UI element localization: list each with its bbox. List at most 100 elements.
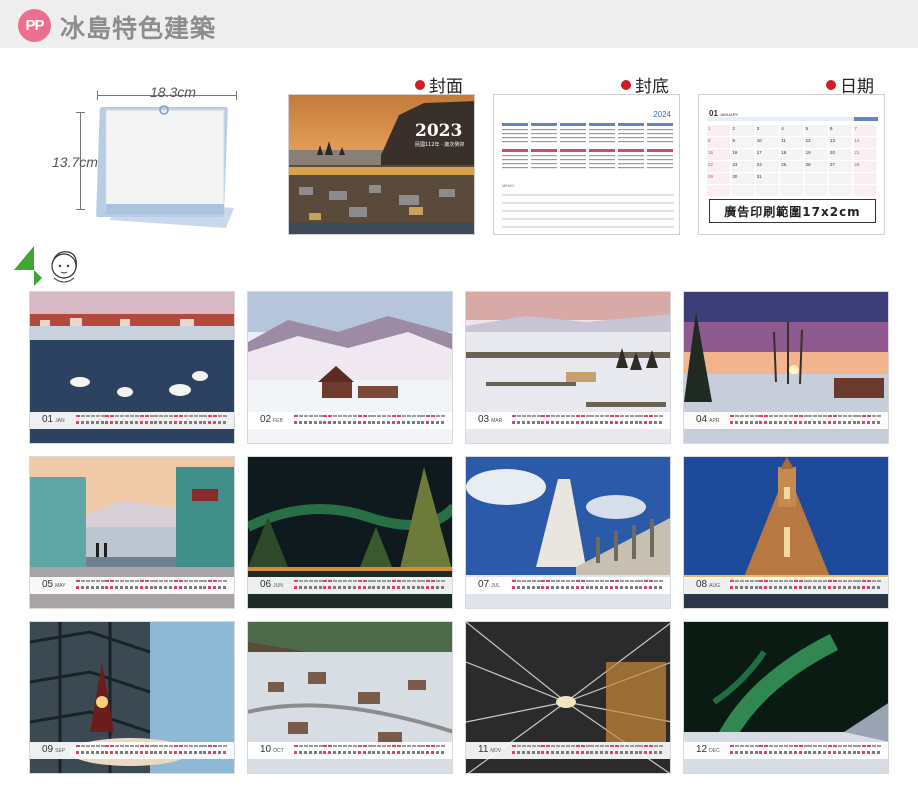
weekday-tick [343, 745, 347, 747]
day-tick [639, 586, 643, 589]
month-card-feb: 02 FEB [247, 291, 453, 444]
day-tick [159, 751, 163, 754]
day-tick [749, 751, 753, 754]
weekday-tick [803, 415, 808, 417]
day-tick [570, 586, 574, 589]
weekday-tick [639, 745, 644, 747]
month-days-row [730, 580, 882, 591]
weekday-tick [619, 415, 624, 417]
month-date-strip: 03 MAR [466, 412, 670, 429]
weekday-tick [857, 580, 862, 582]
day-tick [110, 751, 114, 754]
day-tick [387, 751, 391, 754]
day-tick [188, 421, 192, 424]
day-tick [323, 421, 327, 424]
weekday-tick [154, 745, 159, 747]
day-tick [580, 751, 584, 754]
weekday-tick [585, 415, 590, 417]
width-label: 18.3cm [150, 84, 196, 100]
svg-text:29: 29 [708, 174, 714, 179]
day-tick [837, 751, 841, 754]
month-card-dec: 12 DEC [683, 621, 889, 774]
weekday-tick [570, 580, 575, 582]
weekday-tick [570, 745, 575, 747]
weekday-tick [198, 745, 203, 747]
day-tick [120, 421, 124, 424]
day-tick [541, 751, 545, 754]
weekday-tick [382, 745, 387, 747]
day-tick [867, 751, 871, 754]
weekday-tick [754, 745, 759, 747]
weekday-tick [154, 415, 159, 417]
weekday-tick [298, 415, 303, 417]
day-tick [739, 586, 743, 589]
cover-photo [289, 95, 474, 234]
weekday-tick [546, 580, 551, 582]
weekday-tick [421, 415, 426, 417]
weekday-tick [629, 580, 634, 582]
day-tick [769, 586, 773, 589]
day-tick [526, 421, 530, 424]
weekday-tick [159, 580, 164, 582]
weekday-tick [516, 580, 521, 582]
weekday-tick [343, 415, 347, 417]
weekday-tick [526, 745, 531, 747]
day-tick [788, 751, 792, 754]
day-tick [570, 751, 574, 754]
day-tick [213, 421, 217, 424]
weekday-tick [590, 415, 595, 417]
weekday-tick [877, 745, 881, 747]
weekday-tick [744, 745, 749, 747]
weekday-tick [203, 745, 208, 747]
month-date-strip: 04 APR [684, 412, 888, 429]
weekday-tick [134, 580, 139, 582]
weekday-tick [512, 415, 516, 417]
day-tick [203, 586, 207, 589]
day-tick [406, 586, 410, 589]
day-tick [600, 751, 604, 754]
day-tick [188, 586, 192, 589]
svg-text:27: 27 [830, 162, 836, 167]
day-tick [614, 421, 618, 424]
weekday-tick [357, 580, 362, 582]
day-tick [649, 751, 653, 754]
weekday-tick [739, 580, 744, 582]
weekday-tick [193, 580, 198, 582]
weekday-tick [521, 415, 526, 417]
day-tick [619, 421, 623, 424]
weekday-tick [198, 580, 203, 582]
day-tick [125, 586, 128, 589]
month-card-sep: 09 SEP [29, 621, 235, 774]
day-tick [100, 421, 104, 424]
day-tick [100, 586, 104, 589]
day-tick [213, 751, 217, 754]
weekday-tick [76, 745, 80, 747]
weekday-tick [570, 415, 575, 417]
day-tick [634, 751, 638, 754]
weekday-tick [333, 415, 338, 417]
weekday-tick [382, 580, 387, 582]
day-tick [352, 421, 356, 424]
weekday-tick [193, 745, 198, 747]
day-tick [857, 751, 861, 754]
day-tick [852, 586, 856, 589]
svg-text:14: 14 [854, 138, 860, 143]
day-tick [139, 586, 143, 589]
weekday-tick [605, 745, 610, 747]
weekday-tick [516, 745, 521, 747]
day-tick [303, 421, 307, 424]
day-tick [328, 421, 332, 424]
weekday-tick [303, 580, 308, 582]
weekday-tick [877, 415, 881, 417]
month-days-row [294, 580, 446, 591]
day-tick [129, 421, 133, 424]
month-number: 07 JUL [478, 579, 501, 590]
day-tick [396, 586, 400, 589]
weekday-tick [788, 745, 793, 747]
day-tick [872, 586, 876, 589]
day-tick [294, 586, 297, 589]
day-tick [512, 421, 515, 424]
weekday-tick [512, 580, 516, 582]
weekday-tick [793, 745, 798, 747]
day-tick [431, 586, 435, 589]
